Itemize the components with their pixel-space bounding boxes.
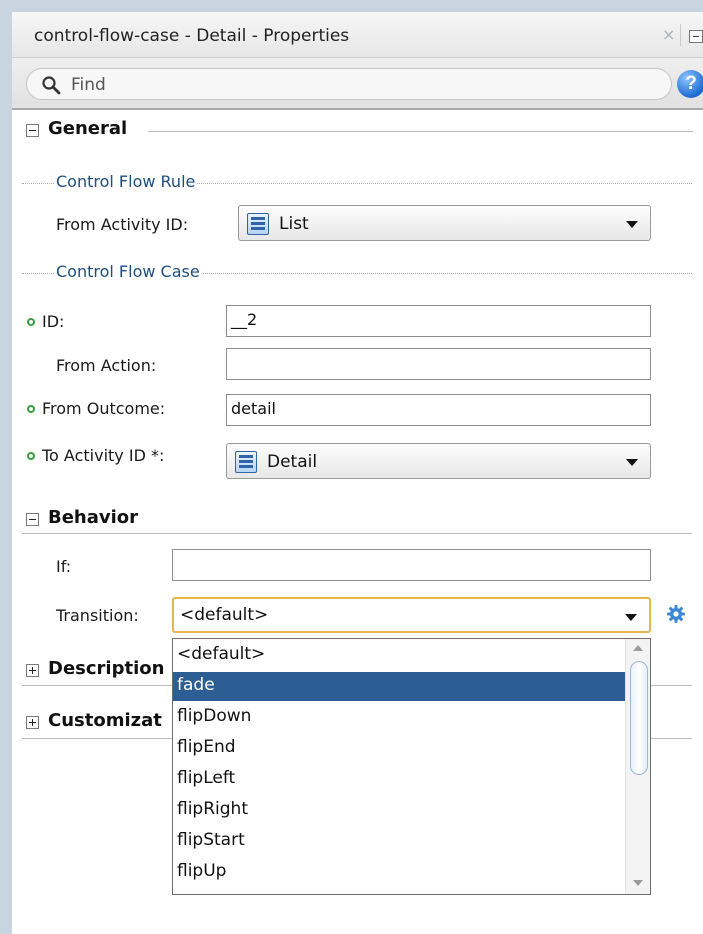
from-activity-id-combo[interactable]: List	[238, 205, 651, 241]
collapse-icon[interactable]	[26, 124, 39, 137]
minimize-icon[interactable]	[689, 30, 703, 43]
section-divider	[22, 533, 692, 534]
group-control-flow-rule: Control Flow Rule	[54, 172, 198, 191]
from-outcome-label: From Outcome:	[42, 399, 166, 418]
window-frame-top	[0, 0, 703, 12]
section-customization-title: Customizat	[48, 710, 162, 731]
required-indicator-icon	[27, 452, 35, 460]
chevron-down-icon[interactable]	[626, 221, 638, 228]
panel-title-bar: control-flow-case - Detail - Properties …	[12, 12, 703, 58]
activity-icon	[235, 451, 257, 473]
transition-label: Transition:	[56, 606, 139, 625]
to-activity-id-label: To Activity ID *:	[42, 446, 165, 465]
to-activity-id-value: Detail	[267, 452, 318, 472]
from-action-label: From Action:	[56, 356, 157, 375]
collapse-icon[interactable]	[26, 513, 39, 526]
section-divider	[148, 131, 693, 132]
expand-icon[interactable]	[26, 716, 39, 729]
transition-dropdown-list[interactable]: <default> fade flipDown flipEnd flipLeft…	[172, 638, 651, 895]
transition-option[interactable]: flipDown	[173, 703, 625, 732]
section-behavior-header[interactable]: Behavior	[22, 507, 702, 535]
section-description-title: Description	[48, 658, 165, 679]
section-description-header[interactable]: Description	[22, 658, 172, 686]
transition-option[interactable]: flipUp	[173, 858, 625, 887]
search-icon	[42, 76, 61, 95]
transition-option[interactable]: flipRight	[173, 796, 625, 825]
search-bar: Find ?	[12, 58, 703, 110]
from-outcome-field[interactable]: detail	[226, 394, 651, 426]
transition-combo[interactable]: <default>	[172, 597, 651, 633]
group-control-flow-case: Control Flow Case	[54, 262, 202, 281]
expand-icon[interactable]	[26, 664, 39, 677]
search-input[interactable]: Find	[26, 68, 672, 100]
to-activity-id-combo[interactable]: Detail	[226, 443, 651, 479]
scrollbar-thumb[interactable]	[630, 661, 648, 775]
transition-option[interactable]: flipEnd	[173, 734, 625, 763]
search-placeholder: Find	[71, 75, 106, 95]
transition-option[interactable]: <default>	[173, 641, 625, 670]
chevron-down-icon[interactable]	[625, 614, 637, 621]
section-general-header[interactable]: General	[22, 118, 702, 146]
transition-option[interactable]: flipStart	[173, 827, 625, 856]
title-separator	[680, 24, 681, 46]
section-general-title: General	[48, 118, 128, 139]
chevron-down-icon[interactable]	[626, 459, 638, 466]
transition-value: <default>	[180, 605, 269, 625]
from-activity-id-value: List	[279, 214, 309, 234]
panel-title: control-flow-case - Detail - Properties	[34, 26, 350, 46]
activity-icon	[247, 213, 269, 235]
section-behavior-title: Behavior	[48, 507, 139, 528]
id-field[interactable]: __2	[226, 305, 651, 337]
section-customization-header[interactable]: Customizat	[22, 710, 172, 738]
transition-option-selected[interactable]: fade	[173, 672, 625, 701]
help-icon[interactable]: ?	[677, 70, 703, 98]
required-indicator-icon	[27, 318, 35, 326]
dropdown-scrollbar[interactable]	[625, 639, 650, 894]
from-activity-id-label: From Activity ID:	[56, 215, 189, 234]
if-field[interactable]	[172, 549, 651, 581]
gear-icon[interactable]	[666, 604, 686, 624]
if-label: If:	[56, 557, 72, 576]
from-action-field[interactable]	[226, 348, 651, 380]
transition-option[interactable]: flipLeft	[173, 765, 625, 794]
scroll-down-icon[interactable]	[633, 880, 643, 886]
required-indicator-icon	[27, 405, 35, 413]
scroll-up-icon[interactable]	[633, 645, 643, 651]
close-icon[interactable]: ×	[662, 25, 675, 44]
id-label: ID:	[42, 312, 65, 331]
window-frame-left	[0, 0, 12, 934]
